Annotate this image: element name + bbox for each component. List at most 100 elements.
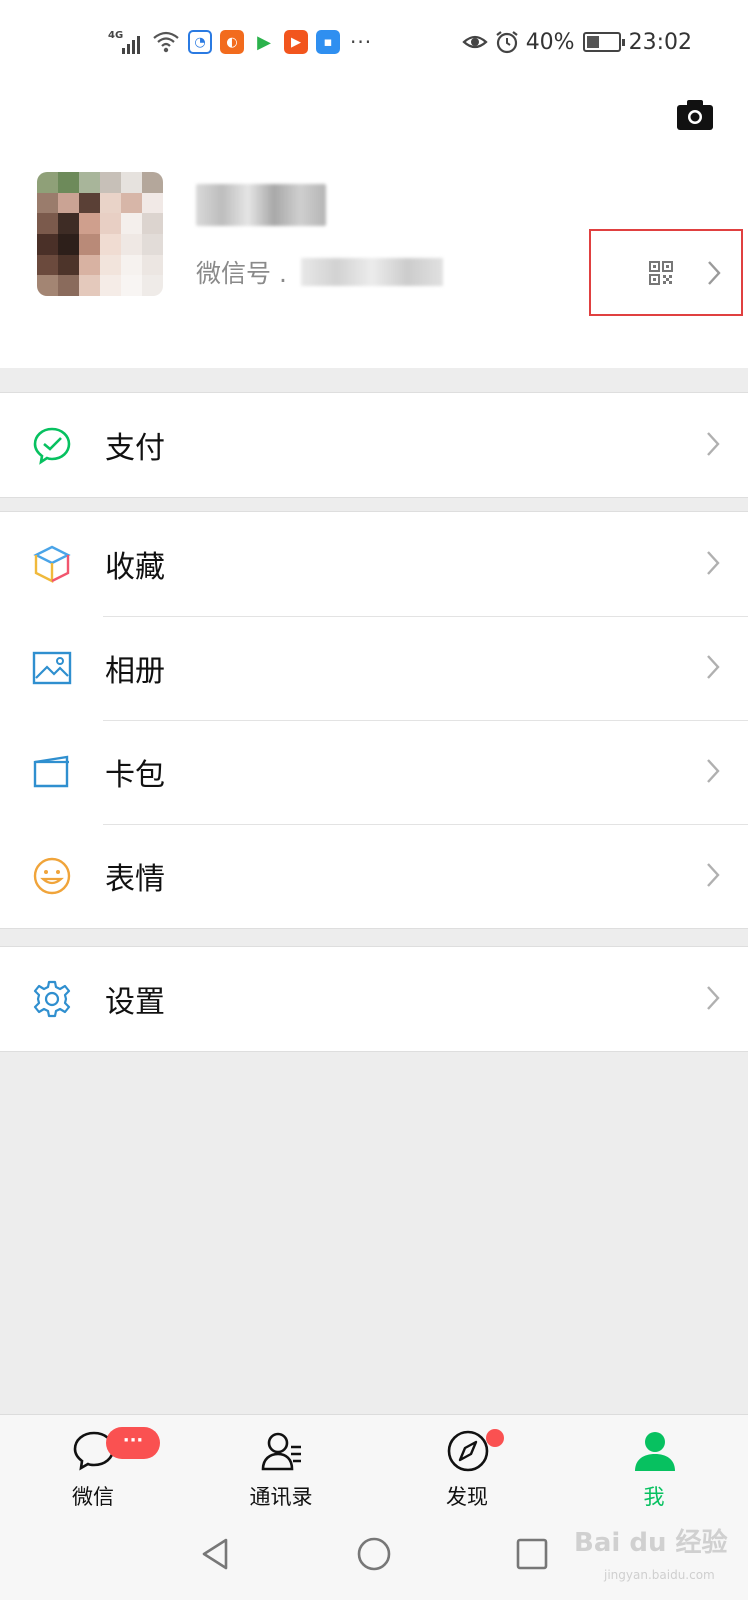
chevron-right-icon xyxy=(707,863,720,887)
menu-item-favorites[interactable]: 收藏 xyxy=(0,512,748,616)
tab-chats[interactable]: ··· 微信 xyxy=(38,1415,160,1515)
battery-percent: 40% xyxy=(525,29,575,55)
chevron-right-icon xyxy=(707,986,720,1010)
avatar-pixel xyxy=(142,254,163,276)
wifi-icon xyxy=(153,31,179,53)
chevron-right-icon xyxy=(707,655,720,679)
section-settings: 设置 xyxy=(0,946,748,1052)
smiley-icon xyxy=(33,857,71,895)
wechat-id-redacted xyxy=(300,258,443,286)
avatar-pixel xyxy=(79,192,100,214)
bottom-tab-bar: ··· 微信 通讯录 发现 我 xyxy=(0,1414,748,1514)
menu-item-settings[interactable]: 设置 xyxy=(0,947,748,1051)
avatar-pixel xyxy=(37,192,58,214)
qq-app-icon: ◔ xyxy=(188,30,212,54)
qr-code-button[interactable] xyxy=(589,229,743,316)
avatar-pixel xyxy=(142,233,163,255)
section-pay: 支付 xyxy=(0,392,748,498)
pay-icon xyxy=(33,427,71,465)
media-app-icon: ▶ xyxy=(284,30,308,54)
wechat-id-row: 微信号 . xyxy=(196,254,443,290)
unread-badge: ··· xyxy=(106,1427,160,1459)
profile-header[interactable]: 微信号 . xyxy=(0,86,748,368)
watermark-url: jingyan.baidu.com xyxy=(604,1568,715,1582)
tab-label-contacts: 通讯录 xyxy=(249,1485,313,1509)
eye-comfort-icon xyxy=(462,35,488,49)
menu-label-settings: 设置 xyxy=(105,985,165,1020)
avatar-pixel xyxy=(100,275,121,296)
avatar-pixel xyxy=(79,213,100,234)
menu-label-album: 相册 xyxy=(105,654,165,689)
menu-item-pay[interactable]: 支付 xyxy=(0,393,748,497)
chevron-right-icon xyxy=(707,432,720,456)
contacts-icon xyxy=(261,1432,301,1471)
tab-label-me: 我 xyxy=(643,1485,665,1509)
signal-icon: 4G xyxy=(108,28,144,56)
gear-icon xyxy=(33,980,71,1018)
tab-discover[interactable]: 发现 xyxy=(412,1415,522,1515)
avatar-pixel xyxy=(58,192,79,214)
avatar-pixel xyxy=(58,213,79,234)
avatar-pixel xyxy=(121,192,142,214)
avatar-pixel xyxy=(79,172,100,193)
message-app-icon: ▪ xyxy=(316,30,340,54)
avatar[interactable] xyxy=(37,172,163,296)
uc-browser-icon: ◐ xyxy=(220,30,244,54)
tab-me[interactable]: 我 xyxy=(599,1415,709,1515)
menu-item-album[interactable]: 相册 xyxy=(0,616,748,720)
status-bar: 4G ◔ ◐ ▶ ▶ ▪ ··· 40% 23:02 xyxy=(0,0,748,86)
avatar-pixel xyxy=(37,233,58,255)
chevron-right-icon xyxy=(707,551,720,575)
avatar-pixel xyxy=(121,254,142,276)
network-type: 4G xyxy=(108,30,124,41)
nickname-redacted xyxy=(196,184,326,226)
back-icon[interactable] xyxy=(196,1534,236,1574)
compass-icon xyxy=(447,1430,489,1472)
avatar-pixel xyxy=(100,254,121,276)
avatar-pixel xyxy=(121,213,142,234)
card-wallet-icon xyxy=(33,755,69,788)
avatar-pixel xyxy=(37,254,58,276)
qr-code-icon xyxy=(649,260,673,285)
avatar-pixel xyxy=(37,172,58,193)
menu-label-favorites: 收藏 xyxy=(105,550,165,585)
chevron-right-icon xyxy=(707,759,720,783)
user-icon xyxy=(635,1432,675,1471)
avatar-pixel xyxy=(58,172,79,193)
avatar-pixel xyxy=(142,172,163,193)
avatar-pixel xyxy=(121,233,142,255)
avatar-pixel xyxy=(58,275,79,296)
menu-item-cards[interactable]: 卡包 xyxy=(0,720,748,824)
avatar-pixel xyxy=(100,192,121,214)
camera-icon[interactable] xyxy=(676,99,714,131)
avatar-pixel xyxy=(79,233,100,255)
avatar-pixel xyxy=(79,254,100,276)
avatar-pixel xyxy=(37,213,58,234)
wechat-id-label: 微信号 . xyxy=(196,259,287,288)
album-image-icon xyxy=(32,651,72,685)
favorites-cube-icon xyxy=(33,545,71,583)
battery-icon xyxy=(582,32,625,52)
menu-label-cards: 卡包 xyxy=(105,758,165,793)
avatar-pixel xyxy=(142,213,163,234)
home-icon[interactable] xyxy=(354,1534,394,1574)
menu-item-stickers[interactable]: 表情 xyxy=(0,824,748,928)
tab-contacts[interactable]: 通讯录 xyxy=(226,1415,336,1515)
menu-label-stickers: 表情 xyxy=(105,862,165,897)
avatar-pixel xyxy=(121,172,142,193)
more-notifications: ··· xyxy=(350,30,373,54)
status-bar-left: 4G ◔ ◐ ▶ ▶ ▪ ··· xyxy=(108,26,372,58)
status-bar-right: 40% 23:02 xyxy=(462,26,692,58)
avatar-pixel xyxy=(142,275,163,296)
avatar-pixel xyxy=(58,233,79,255)
avatar-pixel xyxy=(100,172,121,193)
avatar-pixel xyxy=(100,213,121,234)
avatar-pixel xyxy=(100,233,121,255)
recents-icon[interactable] xyxy=(512,1534,552,1574)
alarm-icon xyxy=(496,31,518,54)
tab-label-chats: 微信 xyxy=(72,1485,114,1509)
avatar-pixel xyxy=(142,192,163,214)
video-play-icon: ▶ xyxy=(252,30,276,54)
clock: 23:02 xyxy=(628,29,692,55)
avatar-pixel xyxy=(121,275,142,296)
